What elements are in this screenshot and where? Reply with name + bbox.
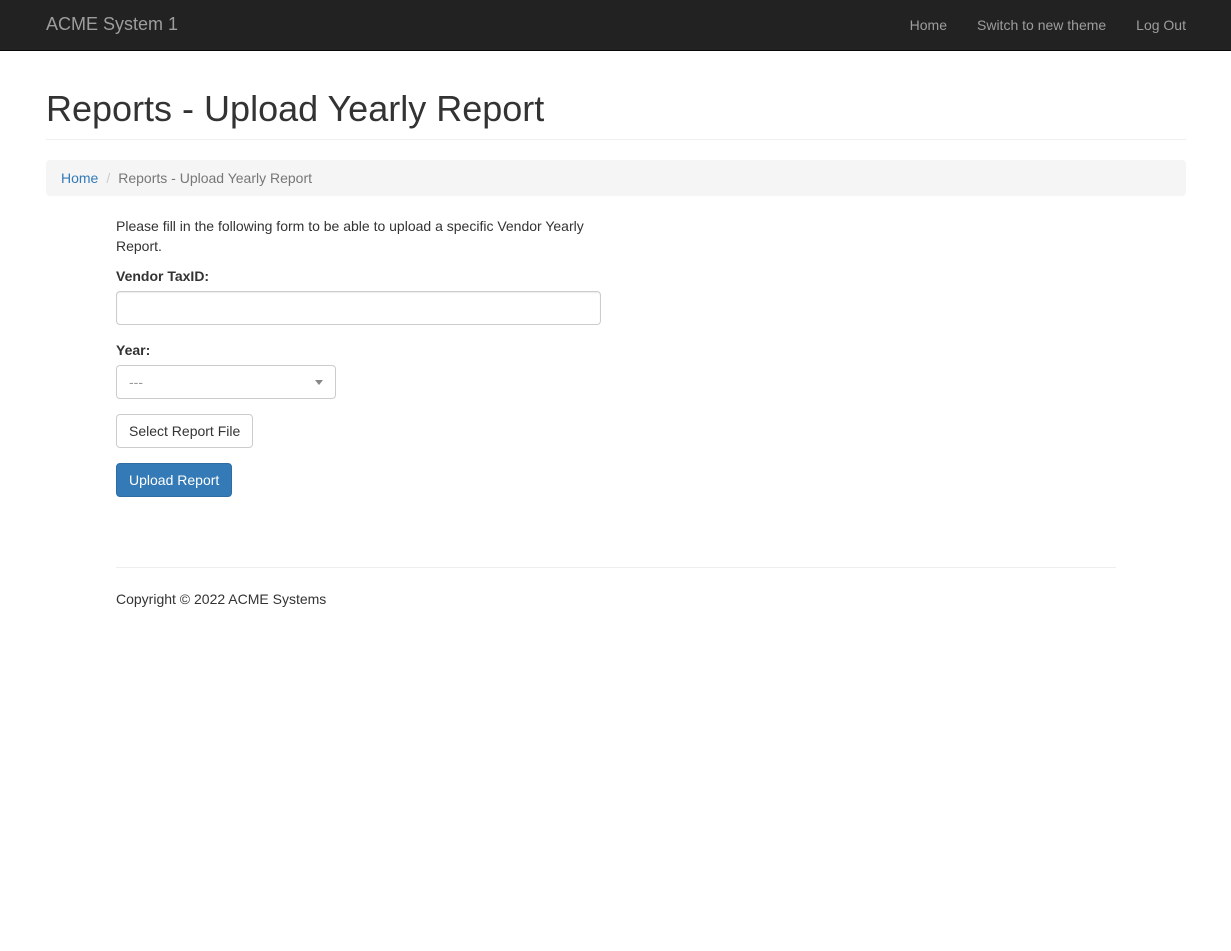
brand-link[interactable]: ACME System 1	[46, 14, 178, 34]
year-label: Year:	[116, 342, 151, 358]
page-header: Reports - Upload Yearly Report	[46, 88, 1186, 140]
nav-home-link[interactable]: Home	[910, 15, 947, 35]
nav-links: Home Switch to new theme Log Out	[880, 0, 1186, 50]
footer-copyright: Copyright © 2022 ACME Systems	[116, 591, 327, 607]
nav-logout-link[interactable]: Log Out	[1136, 15, 1186, 35]
breadcrumb: Home / Reports - Upload Yearly Report	[46, 160, 1186, 196]
page-title: Reports - Upload Yearly Report	[46, 88, 545, 129]
nav-switch-theme-link[interactable]: Switch to new theme	[977, 15, 1106, 35]
select-report-file-button[interactable]: Select Report File	[116, 414, 254, 448]
form-intro-text: Please fill in the following form to be …	[116, 218, 584, 254]
chevron-down-icon	[315, 380, 323, 385]
breadcrumb-current: Reports - Upload Yearly Report	[118, 170, 313, 186]
upload-form: Please fill in the following form to be …	[116, 216, 601, 497]
breadcrumb-separator: /	[106, 170, 111, 186]
upload-report-button[interactable]: Upload Report	[116, 463, 233, 497]
vendor-taxid-input[interactable]	[116, 291, 601, 325]
year-select[interactable]: ---	[116, 365, 336, 399]
vendor-taxid-label: Vendor TaxID:	[116, 268, 210, 284]
breadcrumb-home-link[interactable]: Home	[61, 170, 98, 186]
year-selected-value: ---	[129, 374, 143, 390]
top-navbar: ACME System 1 Home Switch to new theme L…	[0, 0, 1231, 51]
footer-divider	[116, 567, 1116, 568]
